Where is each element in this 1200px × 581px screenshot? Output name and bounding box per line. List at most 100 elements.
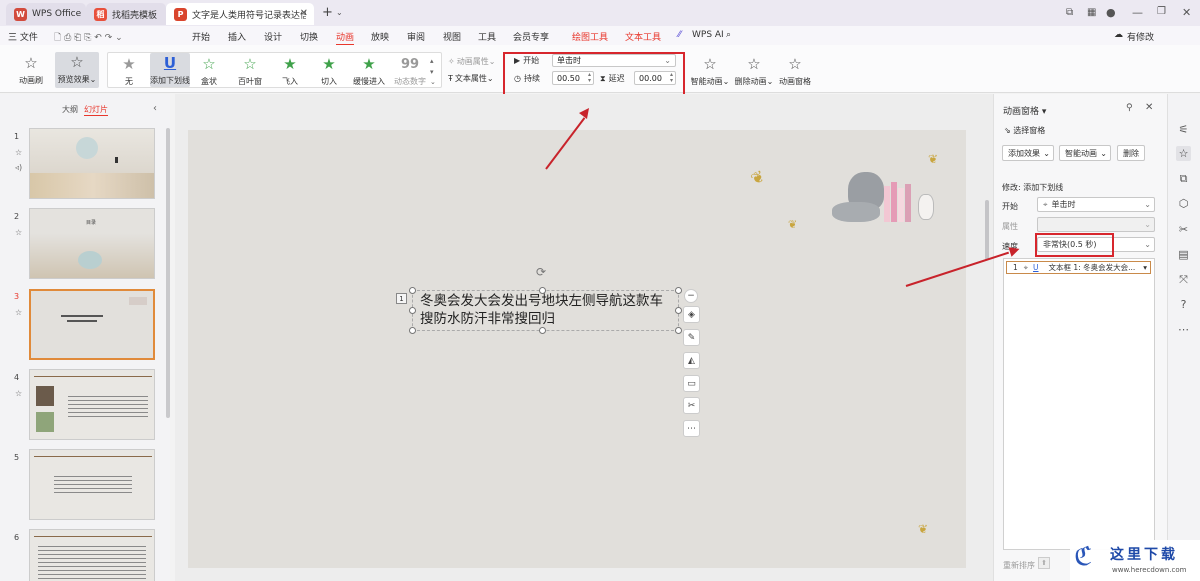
menu-animation[interactable]: 动画 (336, 30, 355, 46)
close-pane-icon[interactable]: ✕ (1145, 102, 1153, 113)
minimize-icon[interactable]: — (1132, 6, 1143, 19)
property-select[interactable]: ⌄ (1037, 217, 1155, 232)
animation-list-item[interactable]: 1 ⌖ U 文本框 1: 冬奥会发大会... ▾ (1006, 261, 1151, 274)
resize-handle[interactable] (409, 307, 416, 314)
gallery-scroll-down-icon[interactable]: ▾ (430, 68, 434, 76)
text-block (54, 476, 132, 496)
effect-underline[interactable]: U 添加下划线 (150, 53, 190, 87)
gallery-expand-icon[interactable]: ⌄ (430, 78, 436, 86)
resize-handle[interactable] (409, 287, 416, 294)
menu-view[interactable]: 视图 (443, 30, 461, 43)
delete-animation-button[interactable]: ☆ 删除动画⌄ (734, 54, 774, 87)
preview-effect-button[interactable]: ☆ 预览效果⌄ (55, 52, 99, 88)
animation-brush-button[interactable]: ☆ 动画刷 (14, 53, 48, 86)
effect-none[interactable]: ★ 无 (114, 54, 144, 87)
effect-blinds[interactable]: ☆ 百叶窗 (232, 54, 268, 87)
move-up-button[interactable]: ⬆ (1038, 557, 1050, 569)
quick-access-icons[interactable]: 🗋 ⎙ ⎗ ⎘ ↶ ↷ ⌄ (54, 30, 123, 46)
slide-thumbnail-5[interactable] (29, 449, 155, 520)
effect-dynamic-number[interactable]: 99 动态数字 (392, 54, 428, 87)
more-icon[interactable]: ⋯ (1176, 322, 1191, 337)
menu-transition[interactable]: 切换 (300, 30, 318, 43)
tab-slides[interactable]: 幻灯片 (84, 104, 108, 116)
animation-star-icon[interactable]: ☆ (1176, 146, 1191, 161)
menu-start[interactable]: 开始 (192, 30, 210, 43)
layers-icon[interactable]: ◈ (683, 306, 700, 323)
tab-document[interactable]: P 文字是人类用符号记录表达信息以 ✕ (166, 3, 314, 25)
slide-thumbnail-4[interactable] (29, 369, 155, 440)
smart-animation-button[interactable]: ☆ 智能动画⌄ (690, 54, 730, 87)
menu-design[interactable]: 设计 (264, 30, 282, 43)
slide-text[interactable]: 冬奥会发大会发出号地块左侧导航这款车搜防水防汗非常搜回归 (420, 292, 672, 328)
window-layout-icon[interactable]: ⧉ (1066, 7, 1073, 18)
resize-handle[interactable] (675, 287, 682, 294)
rotate-handle-icon[interactable]: ⟳ (536, 265, 546, 279)
slide-thumbnail-1[interactable] (29, 128, 155, 199)
collapse-icon[interactable]: − (684, 289, 698, 303)
delete-pane-button[interactable]: 删除 (1117, 145, 1145, 161)
fill-icon[interactable]: ◭ (683, 352, 700, 369)
tab-wps-office[interactable]: W WPS Office (6, 3, 86, 25)
smart-animation-pane-button[interactable]: 智能动画 ⌄ (1059, 145, 1111, 161)
animation-attributes-button[interactable]: ✧ 动画属性 ⌄ (448, 56, 495, 67)
animation-order-badge[interactable]: 1 (396, 293, 407, 304)
transform-icon[interactable]: ⤧ (1176, 272, 1191, 287)
wps-ai-icon[interactable]: ⁄⁄ (678, 30, 681, 40)
grid-icon[interactable]: ▦ (1087, 7, 1096, 18)
menu-drawing-tools[interactable]: 绘图工具 (572, 30, 608, 43)
effect-fly-in[interactable]: ★ 飞入 (275, 54, 305, 87)
menu-tools[interactable]: 工具 (478, 30, 496, 43)
slide-thumbnail-6[interactable] (29, 529, 155, 581)
restore-icon[interactable]: ❐ (1157, 6, 1166, 17)
start-select[interactable]: ⌖ 单击时 ⌄ (1037, 197, 1155, 212)
help-icon[interactable]: ? (1176, 297, 1191, 312)
avatar[interactable]: ● (1106, 6, 1116, 19)
chevron-down-icon[interactable]: ⌄ (336, 8, 343, 17)
copy-icon[interactable]: ⧉ (1176, 171, 1191, 186)
canvas-scrollbar[interactable] (985, 200, 989, 260)
tools-icon[interactable]: ✂ (683, 397, 700, 414)
tools-icon[interactable]: ✂ (1176, 222, 1191, 237)
tab-outline[interactable]: 大纲 (62, 104, 78, 115)
modify-status[interactable]: 有修改 (1127, 30, 1154, 43)
shapes-icon[interactable]: ⬡ (1176, 196, 1191, 211)
panel-scrollbar[interactable] (166, 128, 170, 418)
close-tab-icon[interactable]: ✕ (300, 8, 308, 19)
cloud-icon: ☁ (1114, 30, 1123, 40)
settings-slider-icon[interactable]: ⚟ (1176, 122, 1191, 137)
outline-icon[interactable]: ▭ (683, 375, 700, 392)
pen-icon[interactable]: ✎ (683, 329, 700, 346)
gallery-scroll-up-icon[interactable]: ▴ (430, 57, 434, 65)
collapse-panel-icon[interactable]: ‹ (153, 103, 157, 114)
close-window-icon[interactable]: ✕ (1182, 6, 1191, 19)
effect-box[interactable]: ☆ 盒状 (193, 54, 225, 87)
tab-template[interactable]: 稻 找稻壳模板 (86, 3, 166, 25)
menu-wps-ai[interactable]: WPS AI (692, 30, 724, 40)
resize-handle[interactable] (675, 307, 682, 314)
effect-slow-in[interactable]: ★ 缓慢进入 (349, 54, 389, 87)
more-icon[interactable]: ⋯ (683, 420, 700, 437)
menu-text-tools[interactable]: 文本工具 (625, 30, 661, 43)
select-pane-link[interactable]: ⇘ 选择窗格 (1004, 125, 1045, 136)
menu-member[interactable]: 会员专享 (513, 30, 549, 43)
chevron-down-icon[interactable]: ▾ (1143, 263, 1147, 272)
menu-review[interactable]: 审阅 (407, 30, 425, 43)
add-effect-button[interactable]: 添加效果 ⌄ (1002, 145, 1054, 161)
menu-file[interactable]: 三 文件 (8, 30, 38, 43)
resize-handle[interactable] (675, 327, 682, 334)
effect-cut-in[interactable]: ★ 切入 (314, 54, 344, 87)
slide-thumbnail-3[interactable] (29, 289, 155, 360)
slide-thumbnail-2[interactable]: 目录 (29, 208, 155, 279)
layout-icon[interactable]: ▤ (1176, 247, 1191, 262)
search-icon[interactable]: ⌕ (726, 30, 731, 40)
add-tab-button[interactable]: + (322, 5, 333, 20)
resize-handle[interactable] (409, 327, 416, 334)
pane-title[interactable]: 动画窗格 ▾ (1003, 104, 1046, 117)
slide-canvas[interactable]: ❦ ❦ ❦ ❦ (188, 130, 966, 568)
menu-insert[interactable]: 插入 (228, 30, 246, 43)
animation-pane-button[interactable]: ☆ 动画窗格 (778, 54, 812, 87)
pin-icon[interactable]: ⚲ (1126, 103, 1133, 113)
text-attributes-button[interactable]: Ŧ 文本属性 ⌄ (448, 73, 494, 84)
resize-handle[interactable] (539, 327, 546, 334)
menu-slideshow[interactable]: 放映 (371, 30, 389, 43)
